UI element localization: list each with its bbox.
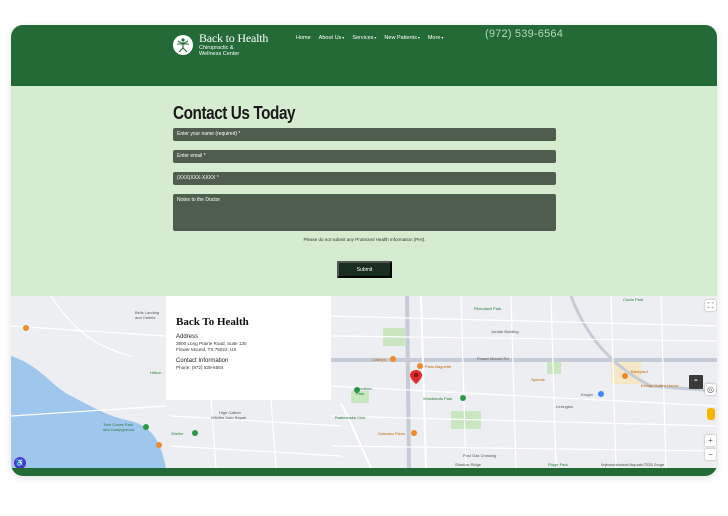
address-line1: 3900 Long Prairie Road, Suite 130 [176,341,247,346]
caret-down-icon: ▾ [342,35,345,40]
site-header: Back to Health Chiropractic & Wellness C… [11,25,717,86]
address-line2: Flower Mound, TX 75022, US [176,347,237,352]
map-tiles [11,296,717,468]
name-input[interactable]: Enter your name (required) * [173,128,556,141]
map-label: Flower Mound Rd [477,356,509,361]
phone-input[interactable]: (XXX)XXX-XXXX * [173,172,556,185]
map-label: Doinatsu Pizza [378,431,405,436]
nav-label: Services [352,35,374,41]
submit-button[interactable]: Submit [337,261,392,278]
map-label: Ridge Park [548,462,568,467]
notes-textarea[interactable]: Notes to the Doctor [173,194,556,231]
nav-item-more[interactable]: More ▾ [428,34,444,42]
caret-down-icon: ▾ [441,35,444,40]
logo-subtitle-line2: Wellness Center [199,51,240,57]
map-label: Elrings Coffee House [641,383,679,388]
site-logo[interactable]: Back to Health Chiropractic & Wellness C… [173,32,268,57]
email-input[interactable]: Enter email * [173,150,556,163]
street-view-pegman-icon[interactable] [707,408,715,420]
zoom-out-button[interactable]: − [705,449,716,460]
caret-down-icon: ▾ [374,35,377,40]
map-label: Cutley's [372,357,387,362]
map-label: Woodlands Park [423,396,453,401]
map-label: Clovis Park [623,297,644,302]
footer-bar [11,468,717,476]
nav-item-about-us[interactable]: About Us ▾ [319,34,345,42]
map-label: Park [356,391,365,396]
nav-item-new-patients[interactable]: New Patients ▾ [384,34,419,42]
map-label: Backyard [631,369,648,374]
map-label: Hillcre... [150,370,165,375]
compass-icon[interactable]: ◎ [705,384,716,395]
zoom-in-button[interactable]: + [705,435,716,446]
nav-label: About Us [318,35,342,41]
page-frame: Back to Health Chiropractic & Wellness C… [11,25,717,476]
contact-heading: Contact Information [176,358,229,364]
map-label: Paris Baguette [425,364,452,369]
nav-item-home[interactable]: Home [296,34,311,42]
map-label: Lexington [556,404,574,409]
contact-section: Contact Us Today Enter your name (requir… [11,86,717,296]
privacy-note: Please do not submit any Protected Healt… [303,237,426,242]
map-label: and Campground [103,427,134,432]
accessibility-icon[interactable]: ♿ [14,457,26,468]
nav-label: New Patients [384,35,417,41]
map-label: Shadow Ridge [455,462,482,467]
map-label: Post Oak Crossing [463,453,497,458]
vitruvian-man-icon [173,35,193,55]
map-label: Sprouts [531,377,545,382]
business-name: Back To Health [176,316,249,328]
map-label: and Outlets [135,315,156,320]
map-label: Wildfire Auto Repair [211,415,247,420]
map-label: Rheudasil Park [474,306,502,311]
map-attribution: Keyboard shortcuts Map data ©2025 Google [601,463,665,467]
caret-down-icon: ▾ [417,35,420,40]
map-label: Kroger [581,392,594,397]
scroll-to-top-button[interactable]: ⌃ [689,375,703,389]
map-label: Shelter [171,431,184,436]
location-map[interactable]: Bells Landing and Outlets Hillcre... Twi… [11,296,717,468]
location-info-card: Back To Health Address 3900 Long Prairie… [166,296,331,400]
map-label: Rattlesnake Club [335,415,366,420]
nav-label: More [427,35,441,41]
fullscreen-icon[interactable]: ⛶ [705,300,716,311]
phone-line[interactable]: Phone: (972) 539-6564 [176,365,321,370]
address-heading: Address [176,334,199,340]
map-label: Jordan Building [491,329,519,334]
logo-title: Back to Health [199,31,269,45]
header-phone-link[interactable]: (972) 539-6564 [485,28,563,40]
contact-title: Contact Us Today [173,103,296,123]
main-nav: Home About Us ▾ Services ▾ New Patients ▾ M… [296,34,443,42]
nav-label: Home [296,35,311,41]
nav-item-services[interactable]: Services ▾ [352,34,376,42]
